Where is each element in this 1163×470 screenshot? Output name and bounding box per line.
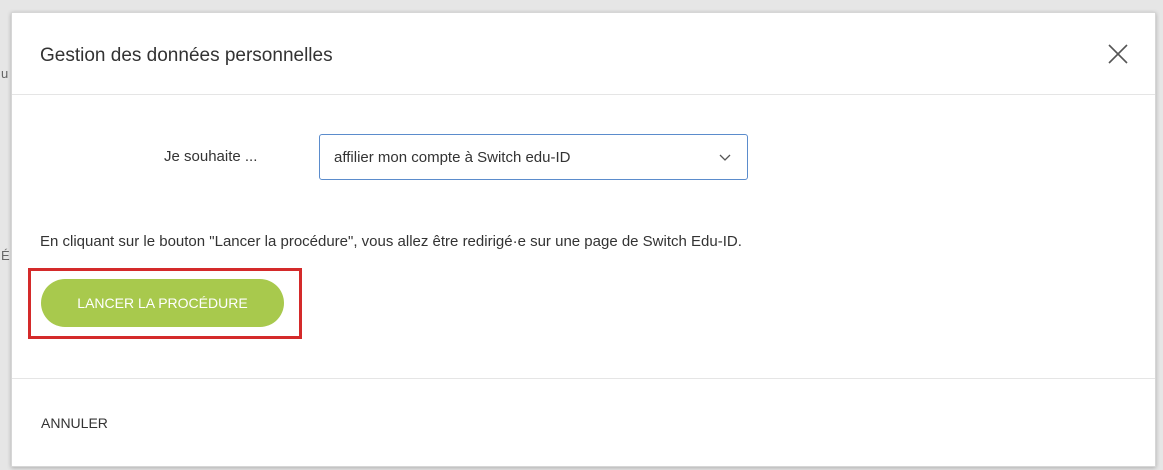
launch-procedure-button[interactable]: LANCER LA PROCÉDURE [41,279,284,327]
action-label: Je souhaite ... [164,148,258,165]
dialog-header: Gestion des données personnelles [12,13,1155,95]
action-form-row: Je souhaite ... affilier mon compte à Sw… [12,134,1155,184]
action-select-value: affilier mon compte à Switch edu-ID [334,149,571,166]
dialog-footer: ANNULER [12,378,1155,468]
redirect-info-text: En cliquant sur le bouton "Lancer la pro… [40,233,742,250]
background-text-fragment: É [1,248,10,263]
dialog-title: Gestion des données personnelles [40,45,333,66]
close-button[interactable] [1105,41,1131,67]
background-text-fragment: u [1,66,9,81]
action-select[interactable]: affilier mon compte à Switch edu-ID [319,134,748,180]
cancel-button[interactable]: ANNULER [41,415,108,431]
close-icon [1108,44,1128,64]
chevron-down-icon [719,154,731,161]
personal-data-dialog: Gestion des données personnelles Je souh… [11,12,1156,467]
